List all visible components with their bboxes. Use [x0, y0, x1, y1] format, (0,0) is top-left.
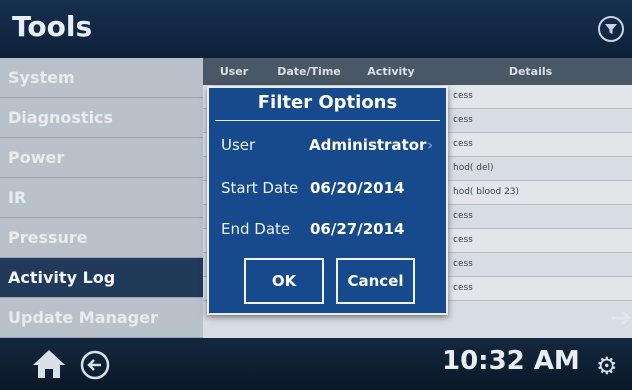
filter-options-dialog: Filter Options User Administrator › Star… — [207, 86, 448, 315]
dialog-title: Filter Options — [257, 92, 398, 113]
sidebar-item-power[interactable]: Power — [0, 138, 203, 178]
ok-button[interactable]: OK — [244, 258, 324, 304]
end-date-label: End Date — [221, 220, 291, 238]
sidebar-item-ir[interactable]: IR — [0, 178, 203, 218]
sidebar-item-system[interactable]: System — [0, 58, 203, 98]
chevron-right-icon[interactable]: › — [427, 136, 433, 154]
back-icon[interactable] — [80, 350, 110, 384]
home-icon[interactable] — [32, 349, 66, 383]
column-header-datetime[interactable]: Date/Time — [265, 58, 353, 85]
start-date-label: Start Date — [221, 179, 299, 197]
column-header-user[interactable]: User — [203, 58, 265, 85]
end-date-field[interactable]: 06/27/2014 — [310, 220, 404, 238]
sidebar-item-diagnostics[interactable]: Diagnostics — [0, 98, 203, 138]
sidebar: System Diagnostics Power IR Pressure Act… — [0, 58, 203, 338]
start-date-field[interactable]: 06/20/2014 — [310, 179, 404, 197]
page-title: Tools — [12, 10, 93, 43]
clock: 10:32 AM — [442, 346, 580, 376]
arrow-right-icon[interactable]: ➔ — [610, 303, 632, 333]
sidebar-item-pressure[interactable]: Pressure — [0, 218, 203, 258]
column-header-details[interactable]: Details — [429, 58, 632, 85]
header-bar: Tools — [0, 0, 632, 58]
dialog-divider — [215, 120, 440, 121]
filter-icon[interactable] — [598, 16, 624, 42]
table-header: User Date/Time Activity Details — [203, 58, 632, 85]
user-label: User — [221, 136, 256, 154]
gear-icon[interactable]: ⚙ — [596, 352, 618, 380]
column-header-activity[interactable]: Activity — [353, 58, 429, 85]
cancel-button[interactable]: Cancel — [336, 258, 415, 304]
user-selector[interactable]: Administrator — [309, 136, 426, 154]
sidebar-item-update-manager[interactable]: Update Manager — [0, 298, 203, 338]
sidebar-item-activity-log[interactable]: Activity Log — [0, 258, 203, 298]
